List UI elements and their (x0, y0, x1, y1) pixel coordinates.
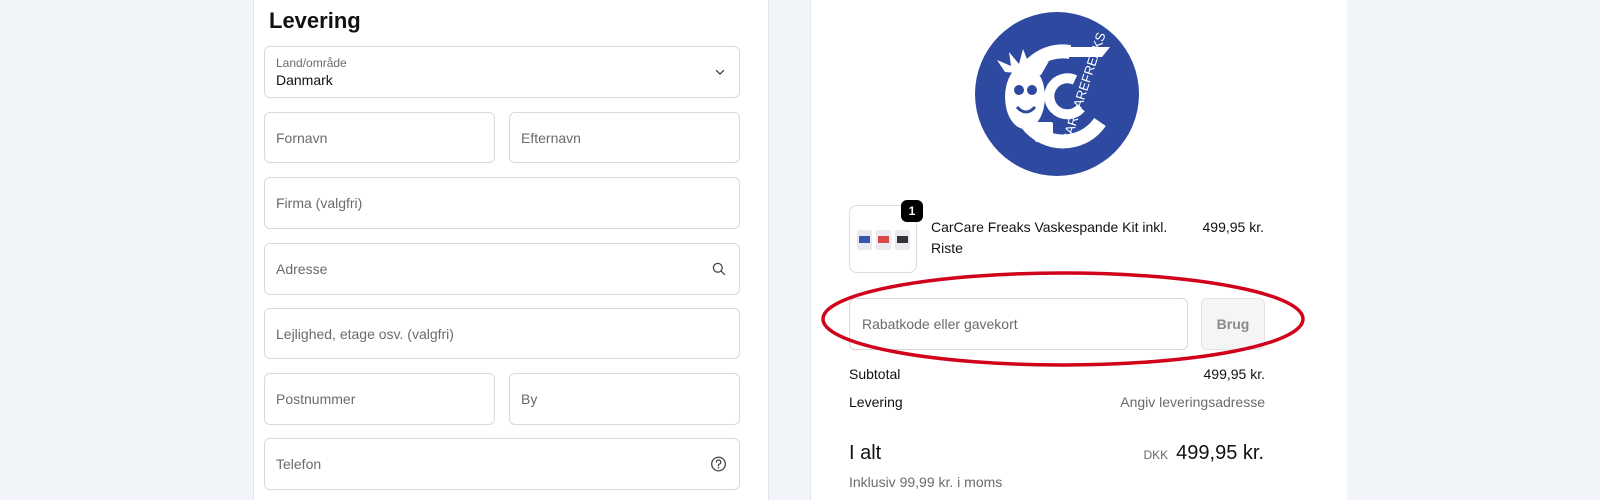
city-placeholder: By (521, 391, 538, 407)
company-field[interactable]: Firma (valgfri) (264, 177, 740, 229)
total-currency: DKK (1143, 448, 1169, 462)
phone-placeholder: Telefon (276, 456, 322, 472)
total-amount: 499,95 kr. (1176, 442, 1264, 464)
quantity-badge: 1 (901, 200, 923, 222)
shipping-row: Levering Angiv leveringsadresse (849, 394, 1265, 410)
first-name-field[interactable]: Fornavn (264, 112, 495, 163)
apartment-field[interactable]: Lejlighed, etage osv. (valgfri) (264, 308, 740, 359)
subtotal-row: Subtotal 499,95 kr. (849, 366, 1265, 382)
delivery-title: Levering (269, 8, 361, 33)
discount-code-input[interactable]: Rabatkode eller gavekort (849, 298, 1188, 350)
tax-note: Inklusiv 99,99 kr. i moms (849, 474, 1003, 490)
delivery-form: Levering Land/område Danmark Fornavn Eft… (253, 0, 769, 500)
address-placeholder: Adresse (276, 261, 328, 277)
total-label: I alt (849, 442, 882, 464)
phone-field[interactable]: Telefon (264, 438, 740, 490)
postal-code-placeholder: Postnummer (276, 391, 356, 407)
country-value: Danmark (276, 72, 333, 88)
product-name: CarCare Freaks Vaskespande Kit inkl. Ris… (931, 219, 1168, 256)
first-name-placeholder: Fornavn (276, 129, 328, 146)
apply-discount-button[interactable]: Brug (1201, 298, 1265, 350)
last-name-field[interactable]: Efternavn (509, 112, 740, 163)
order-summary: CARCAREFREAKS 1 CarCare Freaks Vaskespan… (810, 0, 1347, 500)
shipping-label: Levering (849, 394, 903, 410)
postal-code-field[interactable]: Postnummer (264, 373, 495, 425)
product-price: 499,95 kr. (1202, 219, 1265, 235)
shipping-value: Angiv leveringsadresse (1120, 394, 1265, 410)
search-icon[interactable] (711, 261, 727, 277)
last-name-placeholder: Efternavn (521, 129, 581, 146)
country-select[interactable]: Land/område Danmark (264, 46, 740, 98)
company-placeholder: Firma (valgfri) (276, 195, 363, 211)
city-field[interactable]: By (509, 373, 740, 425)
country-label: Land/område (276, 56, 347, 70)
logo-graphic: CARCAREFREAKS (997, 30, 1110, 149)
help-icon[interactable] (710, 456, 727, 473)
subtotal-label: Subtotal (849, 366, 901, 382)
subtotal-value: 499,95 kr. (1203, 366, 1266, 382)
apartment-placeholder: Lejlighed, etage osv. (valgfri) (276, 325, 454, 342)
address-field[interactable]: Adresse (264, 243, 740, 295)
carcarefreaks-logo: CARCAREFREAKS (975, 12, 1139, 176)
chevron-down-icon (715, 69, 725, 75)
discount-placeholder: Rabatkode eller gavekort (862, 316, 1018, 332)
total-amount-group: DKK 499,95 kr. (1143, 442, 1264, 465)
